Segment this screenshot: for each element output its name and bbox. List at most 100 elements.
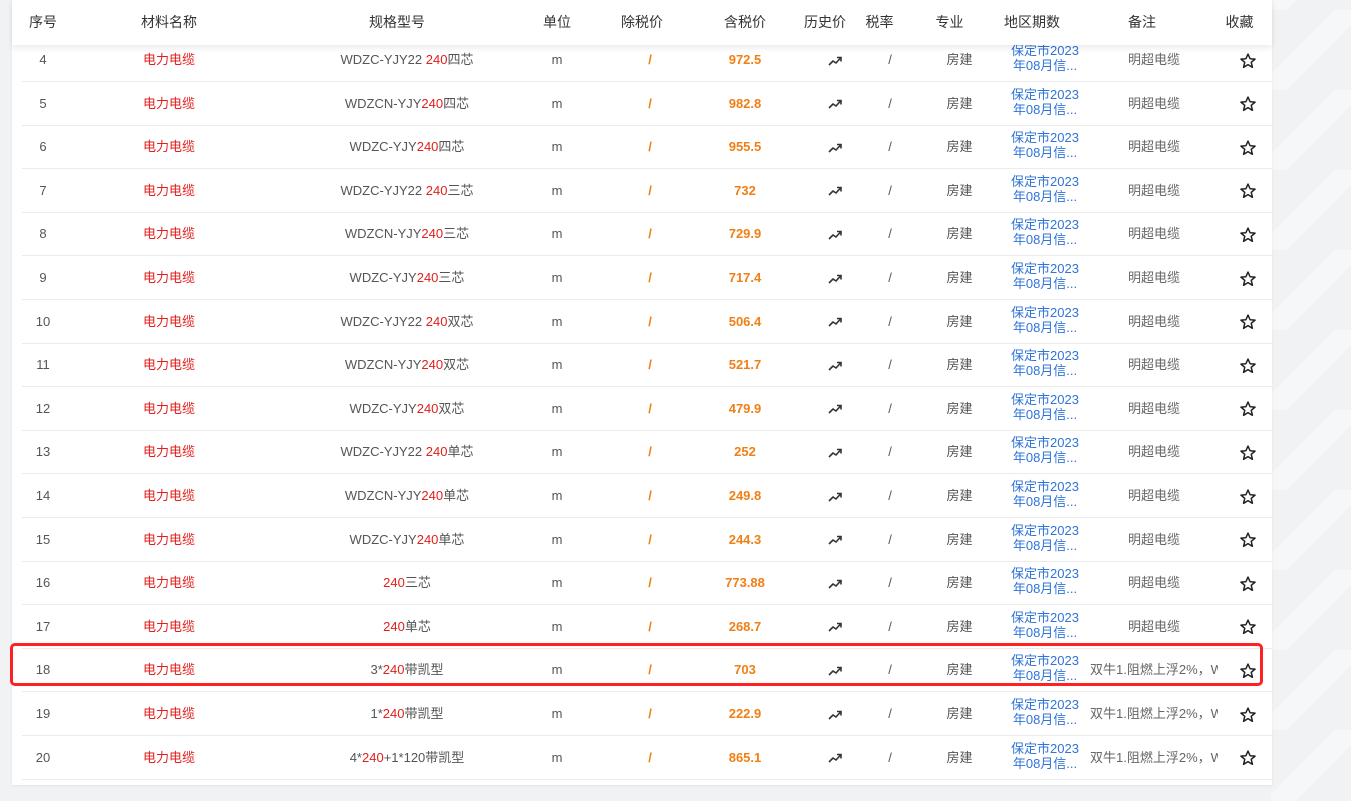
material-name: 电力电缆 bbox=[142, 313, 195, 329]
specialty: 房建 bbox=[946, 575, 973, 591]
favorite-button[interactable] bbox=[1228, 605, 1268, 648]
row-index: 11 bbox=[36, 357, 50, 373]
note: 明超电缆 bbox=[1127, 444, 1180, 460]
history-price-button[interactable] bbox=[815, 561, 855, 604]
spec-suffix: 单芯 bbox=[404, 618, 431, 634]
region-period-link[interactable]: 保定市2023 年08月信... bbox=[1000, 125, 1090, 168]
table-row[interactable]: 20 电力电缆 4*240+1*120带凯型 m / 865.1 / 房建 保定… bbox=[22, 736, 1272, 780]
trend-up-icon bbox=[828, 274, 842, 284]
region-line-2: 年08月信... bbox=[1012, 145, 1078, 161]
header-favorite: 收藏 bbox=[1225, 14, 1254, 30]
spec-prefix: 4* bbox=[349, 749, 362, 765]
history-price-button[interactable] bbox=[815, 648, 855, 691]
history-price-button[interactable] bbox=[815, 474, 855, 517]
history-price-button[interactable] bbox=[815, 736, 855, 779]
history-price-button[interactable] bbox=[815, 692, 855, 735]
favorite-button[interactable] bbox=[1228, 212, 1268, 255]
table-row[interactable]: 19 电力电缆 1*240带凯型 m / 222.9 / 房建 保定市2023 年… bbox=[22, 692, 1272, 736]
table-row[interactable]: 15 电力电缆 WDZC-YJY240单芯 m / 244.3 / 房建 保定市… bbox=[22, 518, 1272, 562]
row-index: 20 bbox=[35, 749, 51, 765]
region-period-link[interactable]: 保定市2023 年08月信... bbox=[1000, 430, 1090, 473]
history-price-button[interactable] bbox=[815, 430, 855, 473]
region-period-link[interactable]: 保定市2023 年08月信... bbox=[1000, 605, 1090, 648]
history-price-button[interactable] bbox=[815, 343, 855, 386]
row-index: 14 bbox=[35, 488, 51, 503]
specialty: 房建 bbox=[946, 444, 973, 460]
tax-rate: / bbox=[888, 400, 892, 416]
history-price-button[interactable] bbox=[815, 125, 855, 168]
spec-highlight: 240 bbox=[421, 226, 444, 242]
region-period-link[interactable]: 保定市2023 年08月信... bbox=[1000, 474, 1090, 517]
tax-rate: / bbox=[888, 226, 892, 242]
table-row[interactable]: 12 电力电缆 WDZC-YJY240双芯 m / 479.9 / 房建 保定市… bbox=[22, 387, 1272, 431]
favorite-button[interactable] bbox=[1228, 125, 1268, 168]
region-period-link[interactable]: 保定市2023 年08月信... bbox=[1000, 343, 1090, 386]
region-period-link[interactable]: 保定市2023 年08月信... bbox=[1000, 736, 1090, 779]
specialty: 房建 bbox=[946, 313, 973, 329]
favorite-button[interactable] bbox=[1228, 736, 1268, 779]
note: 明超电缆 bbox=[1127, 313, 1180, 329]
region-line-2: 年08月信... bbox=[1012, 537, 1078, 553]
table-row[interactable]: 17 电力电缆 240单芯 m / 268.7 / 房建 保定市2023 年08月… bbox=[22, 605, 1272, 649]
favorite-button[interactable] bbox=[1228, 518, 1268, 561]
history-price-button[interactable] bbox=[815, 212, 855, 255]
table-row[interactable]: 13 电力电缆 WDZC-YJY22 240单芯 m / 252 / 房建 保定… bbox=[22, 430, 1272, 475]
history-price-button[interactable] bbox=[815, 256, 855, 299]
unit: m bbox=[551, 531, 563, 547]
favorite-button[interactable] bbox=[1228, 343, 1268, 386]
unit: m bbox=[551, 706, 563, 721]
header-pretax: 除税价 bbox=[621, 14, 663, 30]
history-price-button[interactable] bbox=[815, 82, 855, 125]
region-period-link[interactable]: 保定市2023 年08月信... bbox=[1000, 561, 1090, 604]
favorite-button[interactable] bbox=[1228, 648, 1268, 691]
unit: m bbox=[551, 182, 563, 198]
spec-model: WDZC-YJY22 240双芯 bbox=[277, 300, 537, 343]
region-period-link[interactable]: 保定市2023 年08月信... bbox=[1000, 648, 1090, 691]
header-note: 备注 bbox=[1128, 14, 1156, 30]
favorite-button[interactable] bbox=[1228, 256, 1268, 299]
tax-included-price: 479.9 bbox=[728, 400, 762, 416]
favorite-button[interactable] bbox=[1228, 300, 1268, 343]
region-line-2: 年08月信... bbox=[1012, 319, 1078, 335]
history-price-button[interactable] bbox=[815, 605, 855, 648]
spec-model: WDZC-YJY22 240三芯 bbox=[277, 169, 537, 212]
favorite-button[interactable] bbox=[1228, 692, 1268, 735]
table-row[interactable]: 7 电力电缆 WDZC-YJY22 240三芯 m / 732 / 房建 保定市… bbox=[22, 169, 1272, 213]
favorite-button[interactable] bbox=[1228, 82, 1268, 125]
region-period-link[interactable]: 保定市2023 年08月信... bbox=[1000, 212, 1090, 255]
table-row[interactable]: 16 电力电缆 240三芯 m / 773.88 / 房建 保定市2023 年08… bbox=[22, 561, 1272, 606]
history-price-button[interactable] bbox=[815, 300, 855, 343]
history-price-button[interactable] bbox=[815, 169, 855, 212]
region-period-link[interactable]: 保定市2023 年08月信... bbox=[1000, 82, 1090, 125]
region-period-link[interactable]: 保定市2023 年08月信... bbox=[1000, 518, 1090, 561]
table-row[interactable]: 10 电力电缆 WDZC-YJY22 240双芯 m / 506.4 / 房建 … bbox=[22, 300, 1272, 344]
table-row[interactable]: 18 电力电缆 3*240带凯型 m / 703 / 房建 保定市2023 年08… bbox=[22, 648, 1272, 693]
table-row[interactable]: 14 电力电缆 WDZCN-YJY240单芯 m / 249.8 / 房建 保定… bbox=[22, 474, 1272, 518]
favorite-button[interactable] bbox=[1228, 561, 1268, 604]
table-row[interactable]: 5 电力电缆 WDZCN-YJY240四芯 m / 982.8 / 房建 保定市… bbox=[22, 82, 1272, 126]
star-outline-icon bbox=[1240, 96, 1256, 112]
favorite-button[interactable] bbox=[1228, 430, 1268, 473]
region-period-link[interactable]: 保定市2023 年08月信... bbox=[1000, 300, 1090, 343]
region-period-link[interactable]: 保定市2023 年08月信... bbox=[1000, 169, 1090, 212]
spec-suffix: +1*120带凯型 bbox=[383, 749, 465, 765]
favorite-button[interactable] bbox=[1228, 474, 1268, 517]
table-row[interactable]: 11 电力电缆 WDZCN-YJY240双芯 m / 521.7 / 房建 保定… bbox=[22, 343, 1272, 388]
table-row[interactable]: 6 电力电缆 WDZC-YJY240四芯 m / 955.5 / 房建 保定市2… bbox=[22, 125, 1272, 170]
table-row[interactable]: 9 电力电缆 WDZC-YJY240三芯 m / 717.4 / 房建 保定市2… bbox=[22, 256, 1272, 300]
region-period-link[interactable]: 保定市2023 年08月信... bbox=[1000, 256, 1090, 299]
header-specialty: 专业 bbox=[935, 14, 964, 30]
table-row[interactable]: 8 电力电缆 WDZCN-YJY240三芯 m / 729.9 / 房建 保定市… bbox=[22, 212, 1272, 257]
row-index: 18 bbox=[35, 662, 51, 678]
tax-included-price: 252 bbox=[734, 444, 756, 460]
favorite-button[interactable] bbox=[1228, 387, 1268, 430]
spec-highlight: 240 bbox=[416, 270, 439, 285]
region-period-link[interactable]: 保定市2023 年08月信... bbox=[1000, 387, 1090, 430]
history-price-button[interactable] bbox=[815, 387, 855, 430]
specialty: 房建 bbox=[946, 139, 973, 155]
favorite-button[interactable] bbox=[1228, 169, 1268, 212]
region-period-link[interactable]: 保定市2023 年08月信... bbox=[1000, 692, 1090, 735]
star-outline-icon bbox=[1240, 445, 1256, 461]
spec-suffix: 三芯 bbox=[438, 270, 465, 285]
history-price-button[interactable] bbox=[815, 518, 855, 561]
